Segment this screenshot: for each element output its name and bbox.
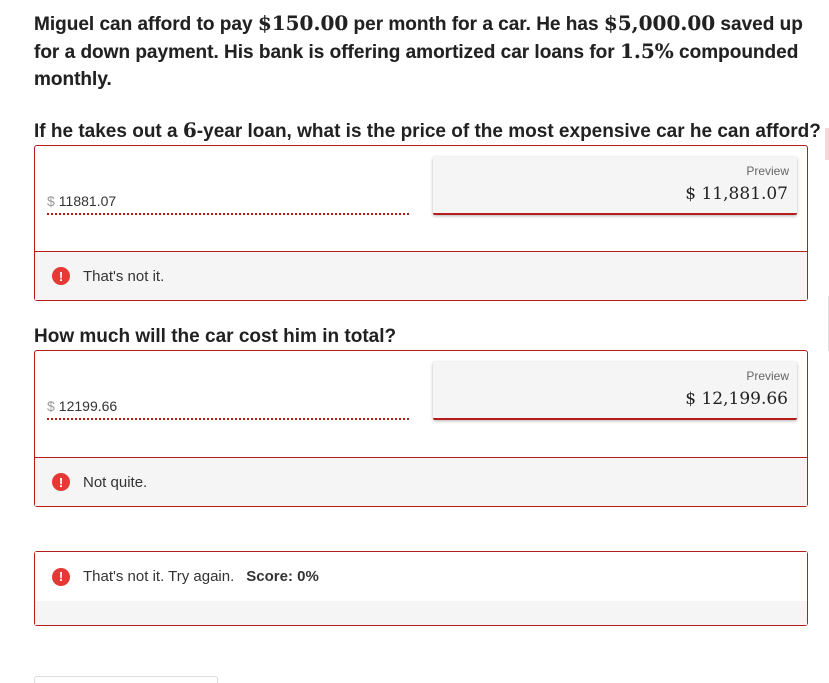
- currency-prefix: $: [47, 398, 55, 414]
- preview-label: Preview: [746, 164, 789, 178]
- feedback-1: ! That's not it.: [35, 251, 807, 300]
- question-1-text: If he takes out a: [34, 121, 183, 142]
- question-1: If he takes out a 6-year loan, what is t…: [34, 118, 821, 143]
- question-intro: Miguel can afford to pay $150.00 per mon…: [34, 10, 814, 93]
- preview-box-1: Preview $ 11,881.07: [433, 157, 797, 215]
- question-1-text: -year loan, what is the price of the mos…: [196, 121, 821, 142]
- preview-value: $ 11,881.07: [685, 184, 788, 204]
- feedback-text: Not quite.: [83, 473, 148, 491]
- answer-panel-1: $ 11881.07 Preview $ 11,881.07 ! That's …: [34, 145, 808, 301]
- answer-panel-2: $ 12199.66 Preview $ 12,199.66 ! Not qui…: [34, 350, 808, 507]
- preview-label: Preview: [746, 369, 789, 383]
- answer-input-2[interactable]: $ 12199.66: [47, 394, 409, 420]
- intro-text: Miguel can afford to pay: [34, 14, 258, 35]
- alert-icon: !: [52, 473, 70, 491]
- summary-feedback: ! That's not it. Try again. Score: 0%: [35, 552, 807, 601]
- preview-box-2: Preview $ 12,199.66: [433, 362, 797, 420]
- answer-input-1[interactable]: $ 11881.07: [47, 189, 409, 215]
- question-2: How much will the car cost him in total?: [34, 326, 396, 348]
- question-2-text: How much will the car cost him in total?: [34, 326, 397, 347]
- feedback-2: ! Not quite.: [35, 457, 807, 506]
- down-payment: $5,000.00: [603, 11, 716, 35]
- interest-rate: 1.5%: [619, 39, 674, 63]
- summary-footer: [35, 601, 807, 625]
- answer-value[interactable]: 11881.07: [59, 193, 116, 209]
- summary-panel: ! That's not it. Try again. Score: 0%: [34, 551, 808, 626]
- feedback-text: That's not it.: [83, 267, 165, 285]
- summary-text: That's not it. Try again.: [83, 568, 235, 585]
- preview-value: $ 12,199.66: [685, 389, 788, 409]
- currency-prefix: $: [47, 193, 55, 209]
- alert-icon: !: [52, 267, 70, 285]
- intro-text: per month for a car. He has: [348, 14, 604, 35]
- score-label: Score: 0%: [246, 568, 319, 585]
- next-button-edge[interactable]: [34, 676, 218, 683]
- alert-icon: !: [52, 567, 70, 586]
- monthly-payment: $150.00: [257, 11, 349, 35]
- loan-years: 6: [182, 118, 197, 142]
- answer-value[interactable]: 12199.66: [59, 398, 117, 414]
- scroll-indicator: [825, 128, 829, 160]
